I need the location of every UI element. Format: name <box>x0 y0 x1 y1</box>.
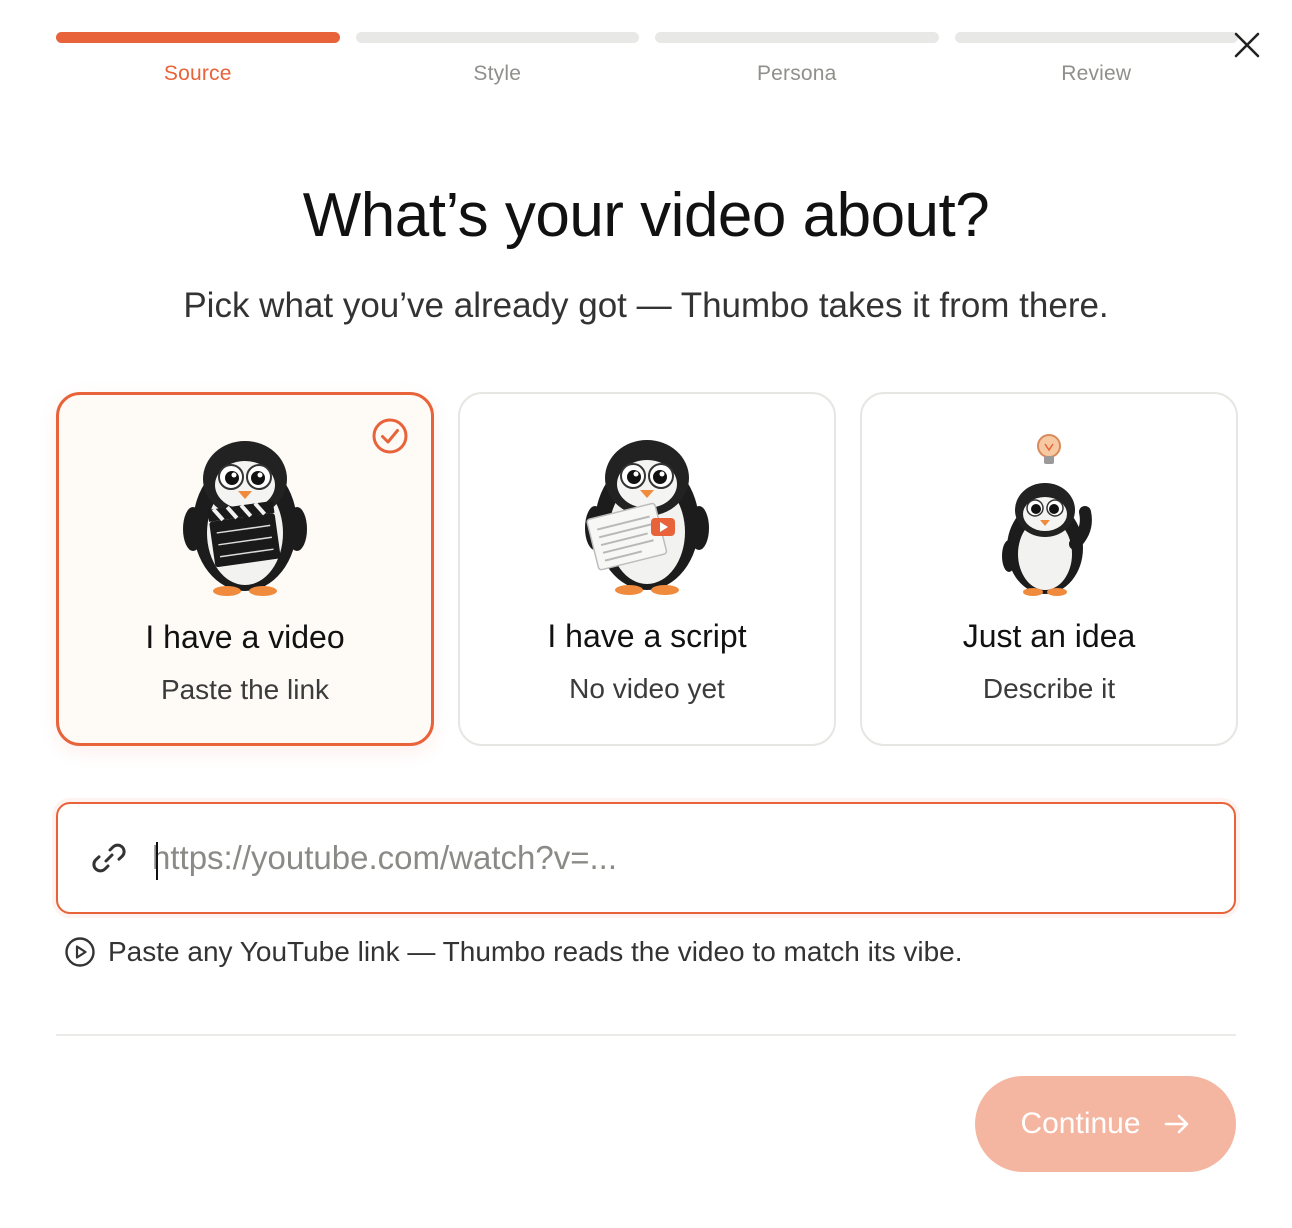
step-label: Persona <box>756 62 837 85</box>
youtube-url-input[interactable] <box>152 839 1152 877</box>
card-title: Just an idea <box>962 618 1136 654</box>
arrow-right-icon <box>1164 1114 1188 1134</box>
step-bar <box>355 32 639 43</box>
hint-text: Paste any YouTube link — Thumbo reads th… <box>108 936 963 967</box>
step-style[interactable]: Style <box>355 32 639 86</box>
penguin-clapperboard-icon <box>183 441 307 596</box>
card-subtitle: Paste the link <box>160 674 330 705</box>
option-card-video[interactable]: I have a video Paste the link <box>56 392 434 746</box>
card-title: I have a video <box>145 619 345 655</box>
close-icon <box>1234 32 1260 58</box>
card-title: I have a script <box>547 618 747 654</box>
step-bar <box>655 32 939 43</box>
card-subtitle: No video yet <box>569 673 725 704</box>
link-icon <box>92 843 126 873</box>
page-subtitle: Pick what you’ve already got — Thumbo ta… <box>183 286 1109 325</box>
url-hint: Paste any YouTube link — Thumbo reads th… <box>64 936 963 968</box>
card-subtitle: Describe it <box>982 673 1116 704</box>
step-label: Review <box>1061 62 1132 85</box>
check-circle-icon <box>372 418 408 454</box>
step-label: Style <box>473 62 522 85</box>
continue-label: Continue <box>1020 1107 1141 1140</box>
step-label: Source <box>163 62 232 85</box>
text-caret <box>156 842 158 880</box>
footer-divider <box>56 1034 1236 1036</box>
step-bar <box>954 32 1238 43</box>
youtube-url-field[interactable] <box>56 802 1236 914</box>
page-title: What’s your video about? <box>302 181 990 250</box>
penguin-lightbulb-icon <box>1002 434 1092 596</box>
play-circle-icon <box>65 937 95 967</box>
step-persona[interactable]: Persona <box>655 32 939 86</box>
progress-stepper: Source Style Persona Review <box>56 32 1238 86</box>
step-source[interactable]: Source <box>56 32 340 86</box>
option-card-idea[interactable]: Just an idea Describe it <box>860 392 1238 746</box>
option-card-script[interactable]: I have a script No video yet <box>458 392 836 746</box>
source-options: I have a video Paste the link I have a s… <box>56 392 1238 746</box>
step-review[interactable]: Review <box>954 32 1238 86</box>
continue-button[interactable]: Continue <box>975 1076 1236 1172</box>
close-button[interactable] <box>1230 28 1264 62</box>
step-bar <box>56 32 340 43</box>
penguin-script-icon <box>585 440 709 595</box>
